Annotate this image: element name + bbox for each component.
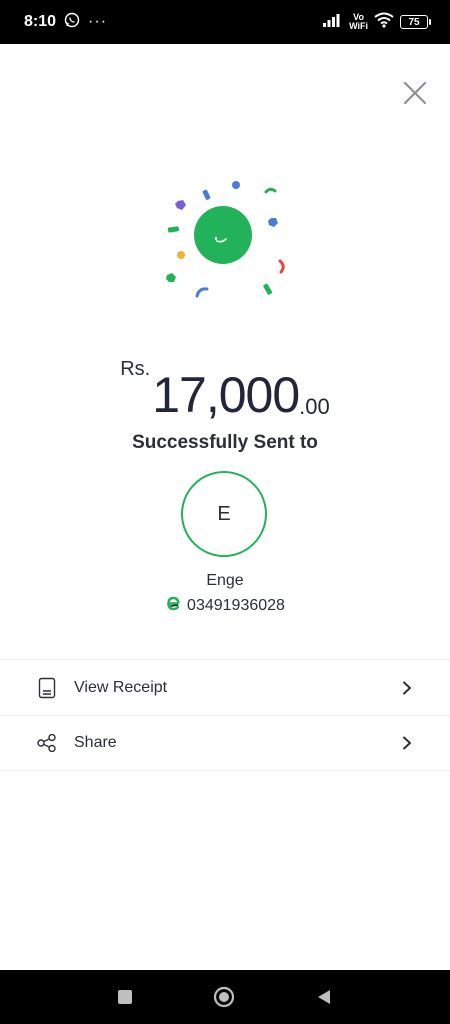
recipient-phone-row: 03491936028 [0, 595, 450, 616]
vowifi-label: Vo WiFi [349, 12, 368, 31]
share-button[interactable]: Share [0, 715, 450, 771]
square-icon [118, 990, 132, 1004]
receipt-icon [36, 677, 58, 699]
view-receipt-button[interactable]: View Receipt [0, 659, 450, 715]
signal-icon [323, 13, 343, 32]
chevron-right-icon [400, 681, 414, 695]
easypaisa-logo-icon [165, 595, 181, 616]
close-icon [403, 81, 427, 105]
recent-apps-button[interactable] [117, 989, 133, 1005]
status-time: 8:10 [24, 13, 57, 30]
battery-indicator: 75 [400, 15, 431, 29]
home-circle-icon [213, 986, 235, 1008]
action-menu: View Receipt Share [0, 659, 450, 771]
recipient-phone: 03491936028 [187, 596, 285, 614]
status-right: Vo WiFi 75 [323, 12, 431, 33]
chevron-right-icon [400, 736, 414, 750]
status-left: 8:10 ··· [24, 12, 107, 33]
back-button[interactable] [315, 988, 333, 1006]
success-message: Successfully Sent to [132, 432, 318, 453]
share-label: Share [74, 734, 117, 751]
back-triangle-icon [318, 990, 330, 1004]
recipient-avatar: E [181, 471, 267, 557]
currency-label: Rs. [120, 358, 151, 380]
share-icon [36, 732, 58, 754]
wifi-icon [374, 12, 394, 33]
home-button[interactable] [213, 986, 235, 1008]
system-navigation-bar [0, 970, 450, 1024]
success-circle [194, 206, 252, 264]
status-bar: 8:10 ··· Vo WiFi 75 [0, 0, 450, 44]
success-celebration-graphic [155, 170, 300, 310]
amount-decimals: .00 [299, 394, 330, 419]
close-button[interactable] [400, 78, 430, 108]
whatsapp-icon [64, 12, 80, 33]
recipient-name: Enge [206, 572, 244, 589]
more-notifications-icon: ··· [88, 13, 108, 30]
amount-value: 17,000 [152, 367, 300, 423]
view-receipt-label: View Receipt [74, 678, 168, 696]
amount-display: Rs. 17,000 .00 [0, 356, 450, 420]
